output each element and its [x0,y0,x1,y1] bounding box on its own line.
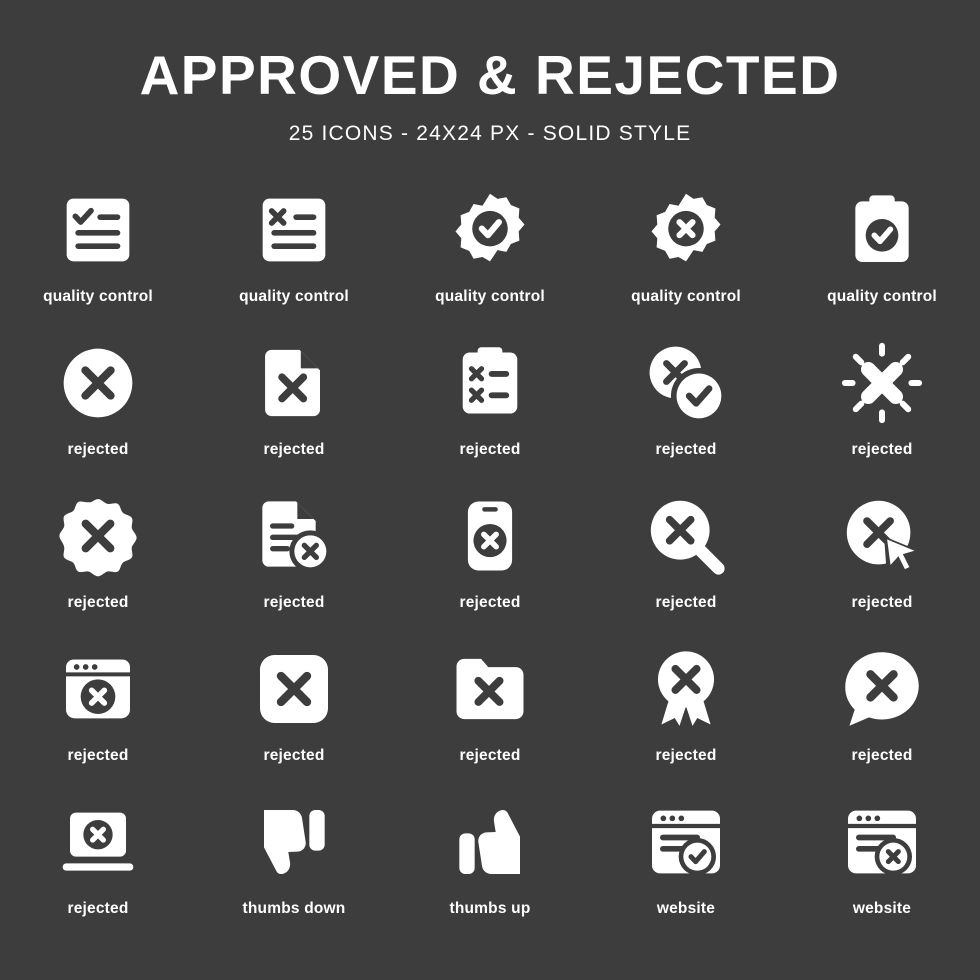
badge-cross-icon [50,488,146,584]
icon-label: quality control [435,288,545,305]
document-checklist-approved-icon [50,182,146,278]
icon-label: quality control [239,288,349,305]
icon-cell[interactable]: website [784,794,980,947]
file-cross-icon [246,335,342,431]
icon-label: rejected [459,594,521,611]
icon-cell[interactable]: quality control [588,182,784,335]
icon-cell[interactable]: rejected [196,488,392,641]
icon-label: thumbs down [242,900,346,917]
circle-cross-cursor-icon [834,488,930,584]
icon-cell[interactable]: rejected [0,794,196,947]
icon-label: rejected [67,747,129,764]
circle-cross-icon [50,335,146,431]
mobile-cross-icon [442,488,538,584]
icon-label: website [656,900,716,917]
icon-cell[interactable]: rejected [0,488,196,641]
icon-label: thumbs up [449,900,531,917]
icon-cell[interactable]: rejected [784,335,980,488]
icon-cell[interactable]: rejected [392,641,588,794]
icon-cell[interactable]: rejected [588,488,784,641]
icon-sheet: APPROVED & REJECTED 25 ICONS - 24X24 PX … [0,0,980,980]
icon-label: rejected [655,747,717,764]
icon-cell[interactable]: quality control [392,182,588,335]
icon-cell[interactable]: rejected [392,488,588,641]
page-title: APPROVED & REJECTED [139,44,841,106]
gear-cross-icon [638,182,734,278]
magnifier-cross-icon [638,488,734,584]
icon-label: rejected [67,594,129,611]
website-check-icon [638,794,734,890]
icon-cell[interactable]: rejected [196,335,392,488]
laptop-cross-icon [50,794,146,890]
icon-label: rejected [263,441,325,458]
icon-cell[interactable]: rejected [0,335,196,488]
icon-label: rejected [851,747,913,764]
icon-label: rejected [459,747,521,764]
icon-label: rejected [655,594,717,611]
icon-label: quality control [631,288,741,305]
icon-label: rejected [655,441,717,458]
document-cross-badge-icon [246,488,342,584]
icon-cell[interactable]: quality control [784,182,980,335]
icon-label: rejected [67,441,129,458]
clipboard-cross-list-icon [442,335,538,431]
icon-label: website [852,900,912,917]
header: APPROVED & REJECTED 25 ICONS - 24X24 PX … [0,0,980,146]
award-ribbon-cross-icon [638,641,734,737]
icon-grid: quality control quality control quality … [0,182,980,947]
thumbs-up-icon [442,794,538,890]
icon-cell[interactable]: rejected [784,488,980,641]
icon-cell[interactable]: quality control [0,182,196,335]
icon-cell[interactable]: rejected [196,641,392,794]
icon-label: quality control [43,288,153,305]
cross-check-circles-icon [638,335,734,431]
gear-check-icon [442,182,538,278]
icon-cell[interactable]: thumbs down [196,794,392,947]
icon-label: rejected [851,441,913,458]
icon-label: rejected [67,900,129,917]
icon-label: rejected [263,594,325,611]
browser-window-cross-icon [50,641,146,737]
icon-cell[interactable]: rejected [588,335,784,488]
icon-label: quality control [827,288,937,305]
icon-label: rejected [263,747,325,764]
icon-cell[interactable]: rejected [784,641,980,794]
page-subtitle: 25 ICONS - 24X24 PX - SOLID STYLE [288,122,692,145]
clipboard-check-icon [834,182,930,278]
icon-cell[interactable]: thumbs up [392,794,588,947]
speech-bubble-cross-icon [834,641,930,737]
icon-cell[interactable]: quality control [196,182,392,335]
icon-label: rejected [851,594,913,611]
document-checklist-rejected-icon [246,182,342,278]
cross-rays-icon [834,335,930,431]
icon-cell[interactable]: rejected [588,641,784,794]
icon-cell[interactable]: website [588,794,784,947]
icon-cell[interactable]: rejected [392,335,588,488]
icon-cell[interactable]: rejected [0,641,196,794]
rounded-square-cross-icon [246,641,342,737]
thumbs-down-icon [246,794,342,890]
website-cross-icon [834,794,930,890]
icon-label: rejected [459,441,521,458]
folder-cross-icon [442,641,538,737]
